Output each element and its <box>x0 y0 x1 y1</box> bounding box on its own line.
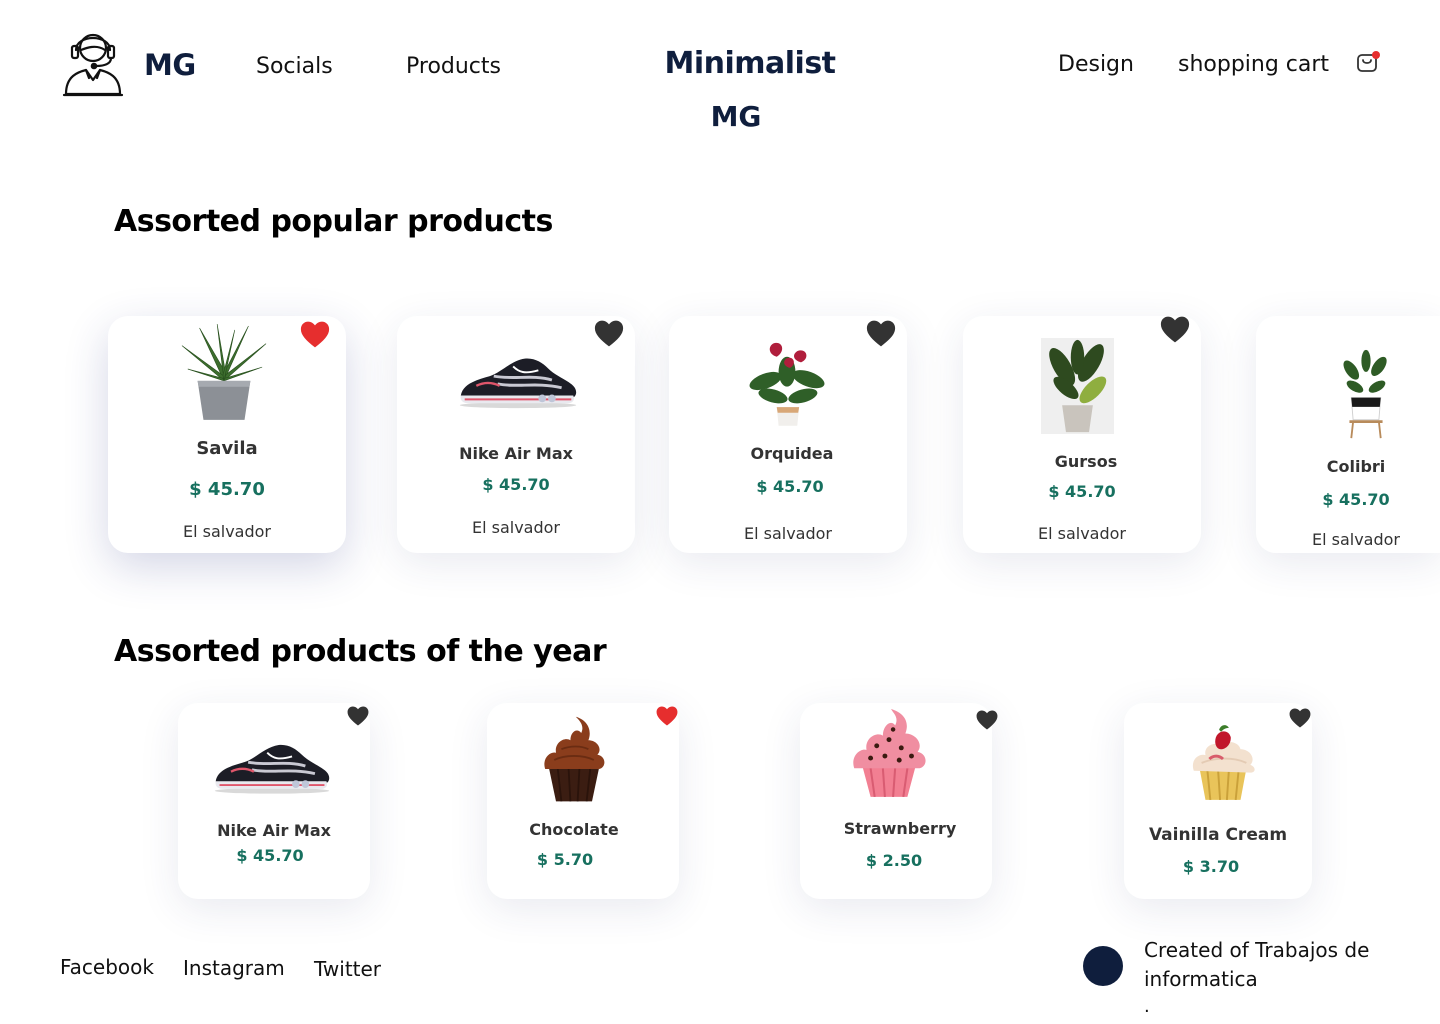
product-name: Savila <box>196 438 258 459</box>
product-card[interactable]: Vainilla Cream $ 3.70 <box>1124 703 1312 899</box>
footer-credit-text: Created of Trabajos de informatica <box>1144 938 1370 991</box>
heart-icon[interactable] <box>1289 708 1311 728</box>
product-name: Colibri <box>1326 457 1386 476</box>
product-price: $ 2.50 <box>865 851 923 870</box>
product-name: Vainilla Cream <box>1148 825 1288 845</box>
product-price: $ 45.70 <box>189 479 265 500</box>
product-card[interactable]: Strawnberry $ 2.50 <box>800 703 992 899</box>
product-card[interactable]: Savila $ 45.70 El salvador <box>108 316 346 553</box>
sneaker-icon <box>210 737 334 795</box>
product-card[interactable]: Chocolate $ 5.70 <box>487 703 679 899</box>
site-subtitle: MG <box>710 100 762 133</box>
product-name: Gursos <box>1054 452 1118 471</box>
support-agent-logo <box>62 24 124 98</box>
product-name: Strawnberry <box>843 819 957 838</box>
brand-name: MG <box>144 48 196 82</box>
nav-design[interactable]: Design <box>1058 52 1134 77</box>
product-name: Chocolate <box>529 820 619 839</box>
product-price: $ 45.70 <box>482 475 550 494</box>
product-location: El salvador <box>1311 530 1401 549</box>
product-price: $ 45.70 <box>1322 490 1390 509</box>
product-name: Orquidea <box>750 444 834 463</box>
product-location: El salvador <box>471 518 561 537</box>
heart-icon[interactable] <box>1160 316 1190 343</box>
product-card[interactable]: Colibri $ 45.70 El salvador <box>1256 316 1440 553</box>
product-location: El salvador <box>1037 524 1127 543</box>
footer-instagram-link[interactable]: Instagram <box>183 956 285 980</box>
product-price: $ 5.70 <box>536 850 594 869</box>
product-location: El salvador <box>182 522 272 541</box>
vanilla-cupcake-icon <box>1186 715 1260 805</box>
heart-icon[interactable] <box>976 710 998 730</box>
heart-icon[interactable] <box>594 320 624 347</box>
nav-shopping-cart[interactable]: shopping cart <box>1178 52 1329 77</box>
heart-icon[interactable] <box>347 706 369 726</box>
popular-section-title: Assorted popular products <box>114 204 553 239</box>
chocolate-cupcake-icon <box>537 715 611 805</box>
heart-icon[interactable] <box>300 321 330 348</box>
nav-socials[interactable]: Socials <box>256 54 333 79</box>
year-section-title: Assorted products of the year <box>114 634 607 669</box>
product-name: Nike Air Max <box>459 444 573 463</box>
footer-twitter-link[interactable]: Twitter <box>314 957 381 981</box>
shopping-bag-icon[interactable] <box>1354 48 1382 76</box>
ficus-plant-icon <box>1040 338 1115 434</box>
product-card[interactable]: Nike Air Max $ 45.70 <box>178 703 370 899</box>
anthurium-plant-icon <box>745 334 829 428</box>
strawberry-cupcake-icon <box>848 709 930 801</box>
product-name: Nike Air Max <box>217 821 331 840</box>
sneaker-icon <box>455 350 581 410</box>
product-location: El salvador <box>743 524 833 543</box>
product-card[interactable]: Gursos $ 45.70 El salvador <box>963 316 1201 553</box>
nav-products[interactable]: Products <box>406 54 501 79</box>
product-price: $ 45.70 <box>236 846 304 865</box>
product-price: $ 3.70 <box>1182 857 1240 876</box>
product-price: $ 45.70 <box>756 477 824 496</box>
footer-period: . <box>1144 996 1150 1017</box>
product-card[interactable]: Nike Air Max $ 45.70 El salvador <box>397 316 635 553</box>
footer-avatar <box>1083 946 1123 986</box>
site-title: Minimalist <box>664 46 836 81</box>
heart-icon[interactable] <box>656 706 678 726</box>
zz-plant-icon <box>1336 348 1396 440</box>
footer-facebook-link[interactable]: Facebook <box>60 955 154 979</box>
aloe-plant-icon <box>180 324 268 422</box>
product-card[interactable]: Orquidea $ 45.70 El salvador <box>669 316 907 553</box>
heart-icon[interactable] <box>866 320 896 347</box>
product-price: $ 45.70 <box>1048 482 1116 501</box>
